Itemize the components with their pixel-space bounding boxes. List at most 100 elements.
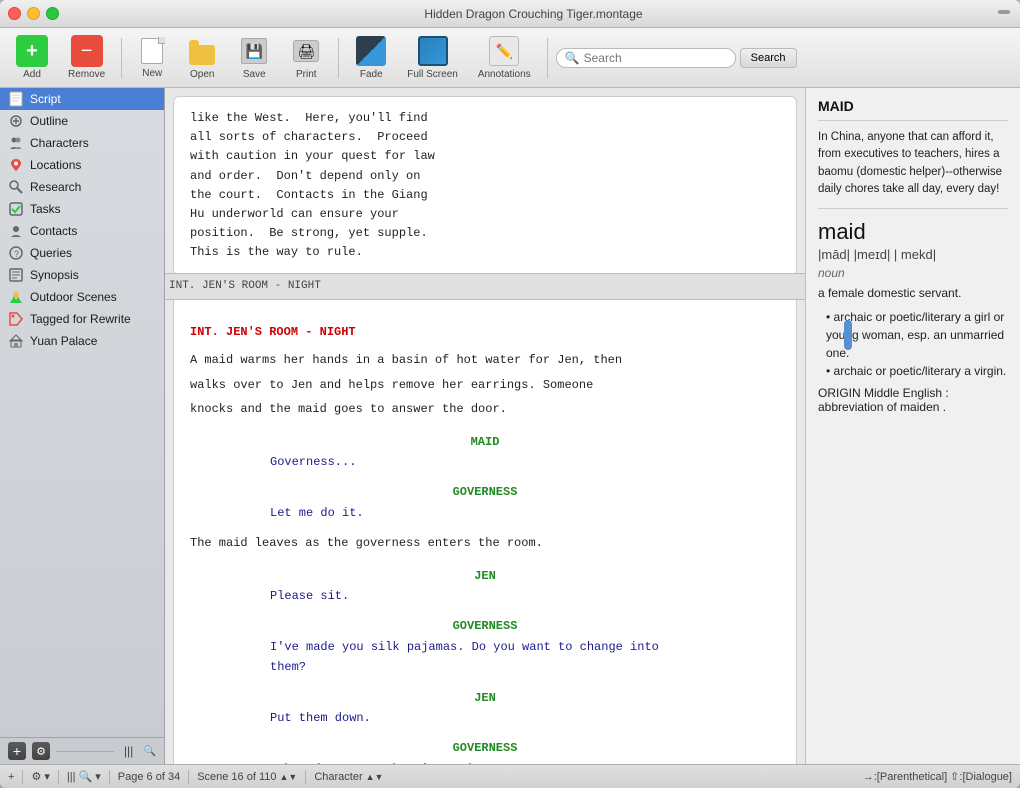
dialogue-2: Let me do it.	[270, 503, 700, 523]
toolbar-separator-3	[547, 38, 548, 78]
fade-button[interactable]: Fade	[347, 31, 395, 84]
titlebar: Hidden Dragon Crouching Tiger.montage	[0, 0, 1020, 28]
gear-button[interactable]: ⚙	[32, 742, 50, 760]
character-5: JEN	[190, 688, 780, 708]
settings-button[interactable]: ⚙ ▾	[31, 770, 49, 783]
zoom-button[interactable]	[46, 7, 59, 20]
close-button[interactable]	[8, 7, 21, 20]
sidebar-item-tagged-rewrite[interactable]: Tagged for Rewrite	[0, 308, 164, 330]
fade-icon	[355, 35, 387, 67]
statusbar-divider-2	[58, 770, 59, 784]
minimize-button[interactable]	[27, 7, 40, 20]
scene-info-text: Scene 16 of 110	[197, 771, 276, 783]
new-label: New	[142, 68, 162, 79]
scene-header-text: INT. JEN'S ROOM - NIGHT	[169, 280, 321, 292]
fullscreen-button[interactable]: Full Screen	[399, 31, 466, 84]
sidebar-search-field[interactable]: 🔍	[144, 746, 156, 757]
dialogue-5: Put them down.	[270, 708, 700, 728]
save-label: Save	[243, 69, 266, 80]
save-icon: 💾	[238, 35, 270, 67]
sidebar-item-characters[interactable]: Characters	[0, 132, 164, 154]
sidebar-label-characters: Characters	[30, 136, 89, 150]
sidebar-item-outline[interactable]: Outline	[0, 110, 164, 132]
sidebar-label-research: Research	[30, 180, 81, 194]
dict-def-1: a female domestic servant.	[818, 284, 1008, 302]
statusbar: + ⚙ ▾ ||| 🔍 ▾ Page 6 of 34 Scene 16 of 1…	[0, 764, 1020, 788]
sidebar-label-queries: Queries	[30, 246, 72, 260]
sidebar-search-button[interactable]: |||	[120, 742, 138, 760]
print-button[interactable]: 🖨 Print	[282, 31, 330, 84]
add-button[interactable]: + Add	[8, 31, 56, 84]
search-status-button[interactable]: ||| 🔍 ▾	[67, 770, 101, 783]
outline-icon	[8, 113, 24, 129]
add-scene-button[interactable]: +	[8, 771, 14, 783]
sidebar-item-research[interactable]: Research	[0, 176, 164, 198]
dialogue-6: I heard you met Shu Lien today.	[270, 759, 700, 764]
main-area: Script Outline Characters Locations	[0, 88, 1020, 764]
script-card-jens-room: INT. JEN'S ROOM - NIGHT INT. JEN'S ROOM …	[173, 284, 797, 765]
scene-info-button[interactable]: Scene 16 of 110 ▲▼	[197, 771, 297, 783]
statusbar-divider-4	[188, 770, 189, 784]
sidebar-item-locations[interactable]: Locations	[0, 154, 164, 176]
open-icon	[186, 35, 218, 67]
add-sidebar-item-button[interactable]: +	[8, 742, 26, 760]
search-icon: 🔍	[565, 51, 580, 65]
sidebar-item-contacts[interactable]: Contacts	[0, 220, 164, 242]
scene-card-header: INT. JEN'S ROOM - NIGHT	[165, 273, 805, 301]
sidebar-label-locations: Locations	[30, 158, 81, 172]
action-3: knocks and the maid goes to answer the d…	[190, 399, 780, 419]
dialogue-4: I've made you silk pajamas. Do you want …	[270, 637, 700, 678]
sidebar-label-synopsis: Synopsis	[30, 268, 79, 282]
app-window: Hidden Dragon Crouching Tiger.montage + …	[0, 0, 1020, 788]
search-input[interactable]	[584, 51, 704, 65]
svg-text:?: ?	[14, 249, 19, 259]
action-1: A maid warms her hands in a basin of hot…	[190, 350, 780, 370]
annotations-button[interactable]: ✏️ Annotations	[470, 31, 539, 84]
character-6: GOVERNESS	[190, 738, 780, 758]
sidebar-label-contacts: Contacts	[30, 224, 77, 238]
yuan-palace-icon	[8, 333, 24, 349]
add-label: Add	[23, 69, 41, 80]
remove-icon: −	[71, 35, 103, 67]
research-icon	[8, 179, 24, 195]
print-label: Print	[296, 69, 317, 80]
mode-text: Character	[314, 771, 362, 783]
queries-icon: ?	[8, 245, 24, 261]
sidebar-item-script[interactable]: Script	[0, 88, 164, 110]
locations-icon	[8, 157, 24, 173]
sidebar-item-tasks[interactable]: Tasks	[0, 198, 164, 220]
annotations-label: Annotations	[478, 69, 531, 80]
character-3: JEN	[190, 566, 780, 586]
sidebar-label-tasks: Tasks	[30, 202, 61, 216]
new-icon	[138, 36, 166, 66]
action-4: The maid leaves as the governess enters …	[190, 533, 780, 553]
save-button[interactable]: 💾 Save	[230, 31, 278, 84]
search-box[interactable]: 🔍	[556, 48, 736, 68]
add-icon: +	[16, 35, 48, 67]
statusbar-divider-5	[305, 770, 306, 784]
characters-icon	[8, 135, 24, 151]
nav-right-text: →:[Parenthetical] ⇧:[Dialogue]	[863, 770, 1012, 783]
sidebar-item-synopsis[interactable]: Synopsis	[0, 264, 164, 286]
sidebar-item-outdoor-scenes[interactable]: Outdoor Scenes	[0, 286, 164, 308]
sidebar-label-outline: Outline	[30, 114, 68, 128]
search-button[interactable]: Search	[740, 48, 797, 68]
dict-bullet-1: • archaic or poetic/literary a girl or y…	[826, 308, 1008, 362]
mode-arrow: ▲▼	[366, 772, 384, 782]
sidebar-item-yuan-palace[interactable]: Yuan Palace	[0, 330, 164, 352]
print-icon: 🖨	[290, 35, 322, 67]
open-button[interactable]: Open	[178, 31, 226, 84]
remove-label: Remove	[68, 69, 105, 80]
tagged-rewrite-icon	[8, 311, 24, 327]
mode-button[interactable]: Character ▲▼	[314, 771, 383, 783]
new-button[interactable]: New	[130, 32, 174, 83]
statusbar-divider-3	[109, 770, 110, 784]
sidebar-label-outdoor-scenes: Outdoor Scenes	[30, 290, 117, 304]
sidebar-item-queries[interactable]: ? Queries	[0, 242, 164, 264]
dict-pos: noun	[818, 266, 1008, 280]
script-scroll-area[interactable]: like the West. Here, you'll find all sor…	[165, 88, 805, 764]
fullscreen-icon	[417, 35, 449, 67]
remove-button[interactable]: − Remove	[60, 31, 113, 84]
sidebar-bottom: + ⚙ ||| 🔍	[0, 737, 164, 764]
synopsis-icon	[8, 267, 24, 283]
